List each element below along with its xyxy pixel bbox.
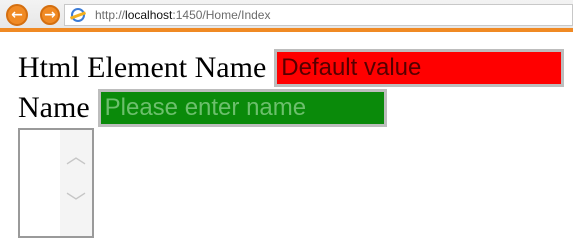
name-input[interactable] xyxy=(97,89,387,127)
url-path: :1450/Home/Index xyxy=(172,8,271,22)
back-button[interactable]: ← xyxy=(6,4,28,26)
form-area: Html Element Name Name xyxy=(18,48,565,128)
html-element-row: Html Element Name xyxy=(18,48,565,88)
url-prefix: http:// xyxy=(95,8,126,22)
html-element-input[interactable] xyxy=(274,49,565,87)
page-icon xyxy=(71,8,85,22)
listbox-scrollbar[interactable]: ︿ ﹀ xyxy=(60,130,92,236)
address-bar[interactable]: http://localhost:1450/Home/Index xyxy=(64,4,573,26)
chevron-down-icon[interactable]: ﹀ xyxy=(66,192,86,212)
url-text[interactable]: http://localhost:1450/Home/Index xyxy=(95,7,270,23)
arrow-right-icon: → xyxy=(44,7,56,23)
url-host: localhost xyxy=(125,8,173,22)
browser-toolbar: ← → http://localhost:1450/Home/Index xyxy=(0,0,573,32)
chevron-up-icon[interactable]: ︿ xyxy=(66,146,86,166)
name-label: Name xyxy=(18,91,90,124)
html-element-label: Html Element Name xyxy=(18,51,267,84)
listbox[interactable]: ︿ ﹀ xyxy=(18,128,94,238)
name-row: Name xyxy=(18,88,564,128)
arrow-left-icon: ← xyxy=(11,7,23,23)
forward-button[interactable]: → xyxy=(40,5,60,25)
